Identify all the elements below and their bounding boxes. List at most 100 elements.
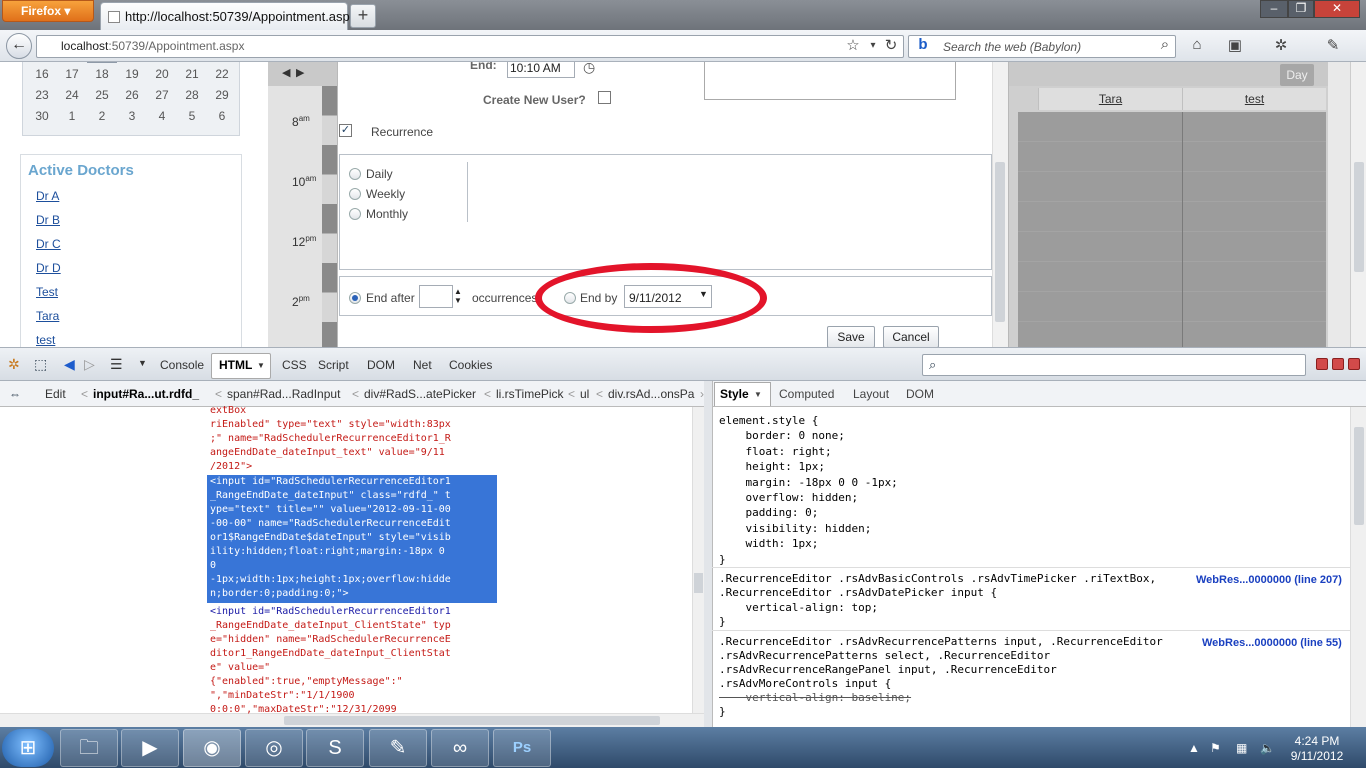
doctor-link[interactable]: Dr A (36, 189, 59, 203)
firebug-tab-dom[interactable]: DOM (367, 358, 395, 372)
inspect-icon[interactable]: ⬚ (34, 356, 47, 373)
system-clock[interactable]: 4:24 PM 9/11/2012 (1282, 734, 1352, 764)
start-button[interactable]: ⊞ (2, 729, 54, 767)
recurrence-checkbox[interactable]: ✓ (339, 124, 352, 137)
doctor-link[interactable]: Dr B (36, 213, 60, 227)
calendar-day[interactable]: 27 (147, 88, 177, 102)
bookmarks-icon[interactable]: ▣ (1224, 36, 1246, 56)
calendar-day[interactable]: 28 (177, 88, 207, 102)
prev-day-icon[interactable]: ◀ (282, 66, 290, 79)
occurrences-input[interactable] (419, 285, 453, 308)
breadcrumb-item[interactable]: li.rsTimePick (496, 387, 564, 401)
expand-icon[interactable]: ⇔ (9, 387, 21, 401)
description-textarea[interactable] (704, 62, 956, 100)
calendar-day[interactable]: 17 (57, 67, 87, 81)
side-tab-layout[interactable]: Layout (853, 387, 889, 401)
doctor-link[interactable]: Test (36, 285, 58, 299)
cancel-button[interactable]: Cancel (883, 326, 939, 347)
maximize-button[interactable]: ❐ (1288, 0, 1314, 18)
daily-radio[interactable] (349, 168, 361, 180)
firebug-icon[interactable]: ✲ (1270, 36, 1292, 56)
firefox-taskbar-icon[interactable]: ◉ (183, 729, 241, 767)
save-button[interactable]: Save (827, 326, 875, 347)
notes-taskbar-icon[interactable]: ✎ (369, 729, 427, 767)
calendar-day[interactable]: 24 (57, 88, 87, 102)
appointments-grid[interactable] (1018, 112, 1326, 347)
new-tab-button[interactable]: + (350, 4, 376, 28)
media-player-taskbar-icon[interactable]: ▶ (121, 729, 179, 767)
calendar-day[interactable]: 3 (117, 109, 147, 123)
doctor-link[interactable]: Dr C (36, 237, 61, 251)
skype-taskbar-icon[interactable]: S (306, 729, 364, 767)
visual-studio-taskbar-icon[interactable]: ∞ (431, 729, 489, 767)
page-scrollbar[interactable] (1350, 62, 1366, 347)
edit-button[interactable]: Edit (45, 387, 66, 401)
photoshop-taskbar-icon[interactable]: Ps (493, 729, 551, 767)
weekly-radio[interactable] (349, 188, 361, 200)
calendar-day[interactable]: 18 (87, 67, 117, 81)
calendar-day[interactable]: 19 (117, 67, 147, 81)
calendar-day[interactable]: 26 (117, 88, 147, 102)
doctor-link[interactable]: test (36, 333, 55, 347)
side-tab-dom[interactable]: DOM (906, 387, 934, 401)
calendar-day[interactable]: 22 (207, 67, 237, 81)
end-time-input[interactable]: 10:10 AM (507, 62, 575, 78)
calendar-day[interactable]: 21 (177, 67, 207, 81)
firebug-menu-icon[interactable]: ✲ (8, 356, 20, 373)
address-bar[interactable]: localhost:50739/Appointment.aspx (36, 35, 904, 58)
firebug-detach-button[interactable] (1332, 358, 1344, 370)
list-icon[interactable]: ☰ (110, 356, 123, 373)
firefox-menu-button[interactable]: Firefox ▾ (2, 0, 94, 22)
close-window-button[interactable]: ✕ (1314, 0, 1360, 18)
reload-icon[interactable]: ↻ (880, 36, 902, 56)
calendar-day[interactable]: 23 (27, 88, 57, 102)
column-header-tara[interactable]: Tara (1038, 88, 1182, 110)
calendar-day[interactable]: 29 (207, 88, 237, 102)
breadcrumb-more-icon[interactable]: › (700, 387, 704, 401)
minimize-button[interactable]: – (1260, 0, 1288, 18)
calendar-day[interactable]: 5 (177, 109, 207, 123)
editor-scrollbar[interactable] (992, 62, 1008, 347)
calendar-day[interactable]: 25 (87, 88, 117, 102)
firebug-minimize-button[interactable] (1316, 358, 1328, 370)
firebug-close-button[interactable] (1348, 358, 1360, 370)
home-icon[interactable]: ⌂ (1186, 36, 1208, 56)
browser-tab[interactable]: http://localhost:50739/Appointment.aspx (100, 2, 356, 30)
day-view-button[interactable]: Day (1280, 64, 1314, 86)
action-center-icon[interactable]: ⚑ (1210, 741, 1221, 755)
panel-dropdown-icon[interactable]: ▼ (138, 358, 147, 368)
html-vertical-scrollbar[interactable] (692, 407, 704, 713)
search-input[interactable]: Search the web (Babylon) (908, 35, 1176, 58)
side-tab-computed[interactable]: Computed (779, 387, 834, 401)
forward-icon[interactable]: ▷ (84, 356, 95, 373)
breadcrumb-item[interactable]: div#RadS...atePicker (364, 387, 476, 401)
volume-icon[interactable]: 🔈 (1260, 741, 1275, 755)
bookmark-star-icon[interactable]: ☆ (842, 36, 864, 56)
occurrences-spinner[interactable]: ▲ ▼ (454, 287, 462, 305)
selected-node[interactable]: <input id="RadSchedulerRecurrenceEditor1… (207, 475, 497, 603)
breadcrumb-item[interactable]: div.rsAd...onsPa (608, 387, 694, 401)
breadcrumb-item[interactable]: input#Ra...ut.rdfd_ (93, 387, 199, 401)
panel-splitter[interactable] (704, 381, 712, 727)
calendar-day[interactable]: 30 (27, 109, 57, 123)
calendar-day[interactable]: 20 (147, 67, 177, 81)
source-link-line-207[interactable]: WebRes...0000000 (line 207) (1196, 574, 1342, 586)
calendar-day[interactable]: 4 (147, 109, 177, 123)
calendar-day[interactable]: 16 (27, 67, 57, 81)
source-link-line-55[interactable]: WebRes...0000000 (line 55) (1202, 637, 1342, 649)
tools-icon[interactable]: ✎ (1322, 36, 1344, 56)
end-after-radio[interactable] (349, 292, 361, 304)
style-dropdown-icon[interactable]: ▼ (754, 390, 762, 399)
doctor-link[interactable]: Tara (36, 309, 59, 323)
monthly-radio[interactable] (349, 208, 361, 220)
firebug-tab-console[interactable]: Console (160, 358, 204, 372)
explorer-taskbar-icon[interactable]: 🗀 (60, 729, 118, 767)
network-icon[interactable]: ▦ (1236, 741, 1247, 755)
doctor-link[interactable]: Dr D (36, 261, 61, 275)
tray-arrow-icon[interactable]: ▲ (1188, 741, 1200, 755)
firebug-tab-net[interactable]: Net (413, 358, 432, 372)
column-header-test[interactable]: test (1182, 88, 1326, 110)
create-new-user-checkbox[interactable] (598, 91, 611, 104)
calendar-day[interactable]: 1 (57, 109, 87, 123)
firebug-tab-script[interactable]: Script (318, 358, 349, 372)
